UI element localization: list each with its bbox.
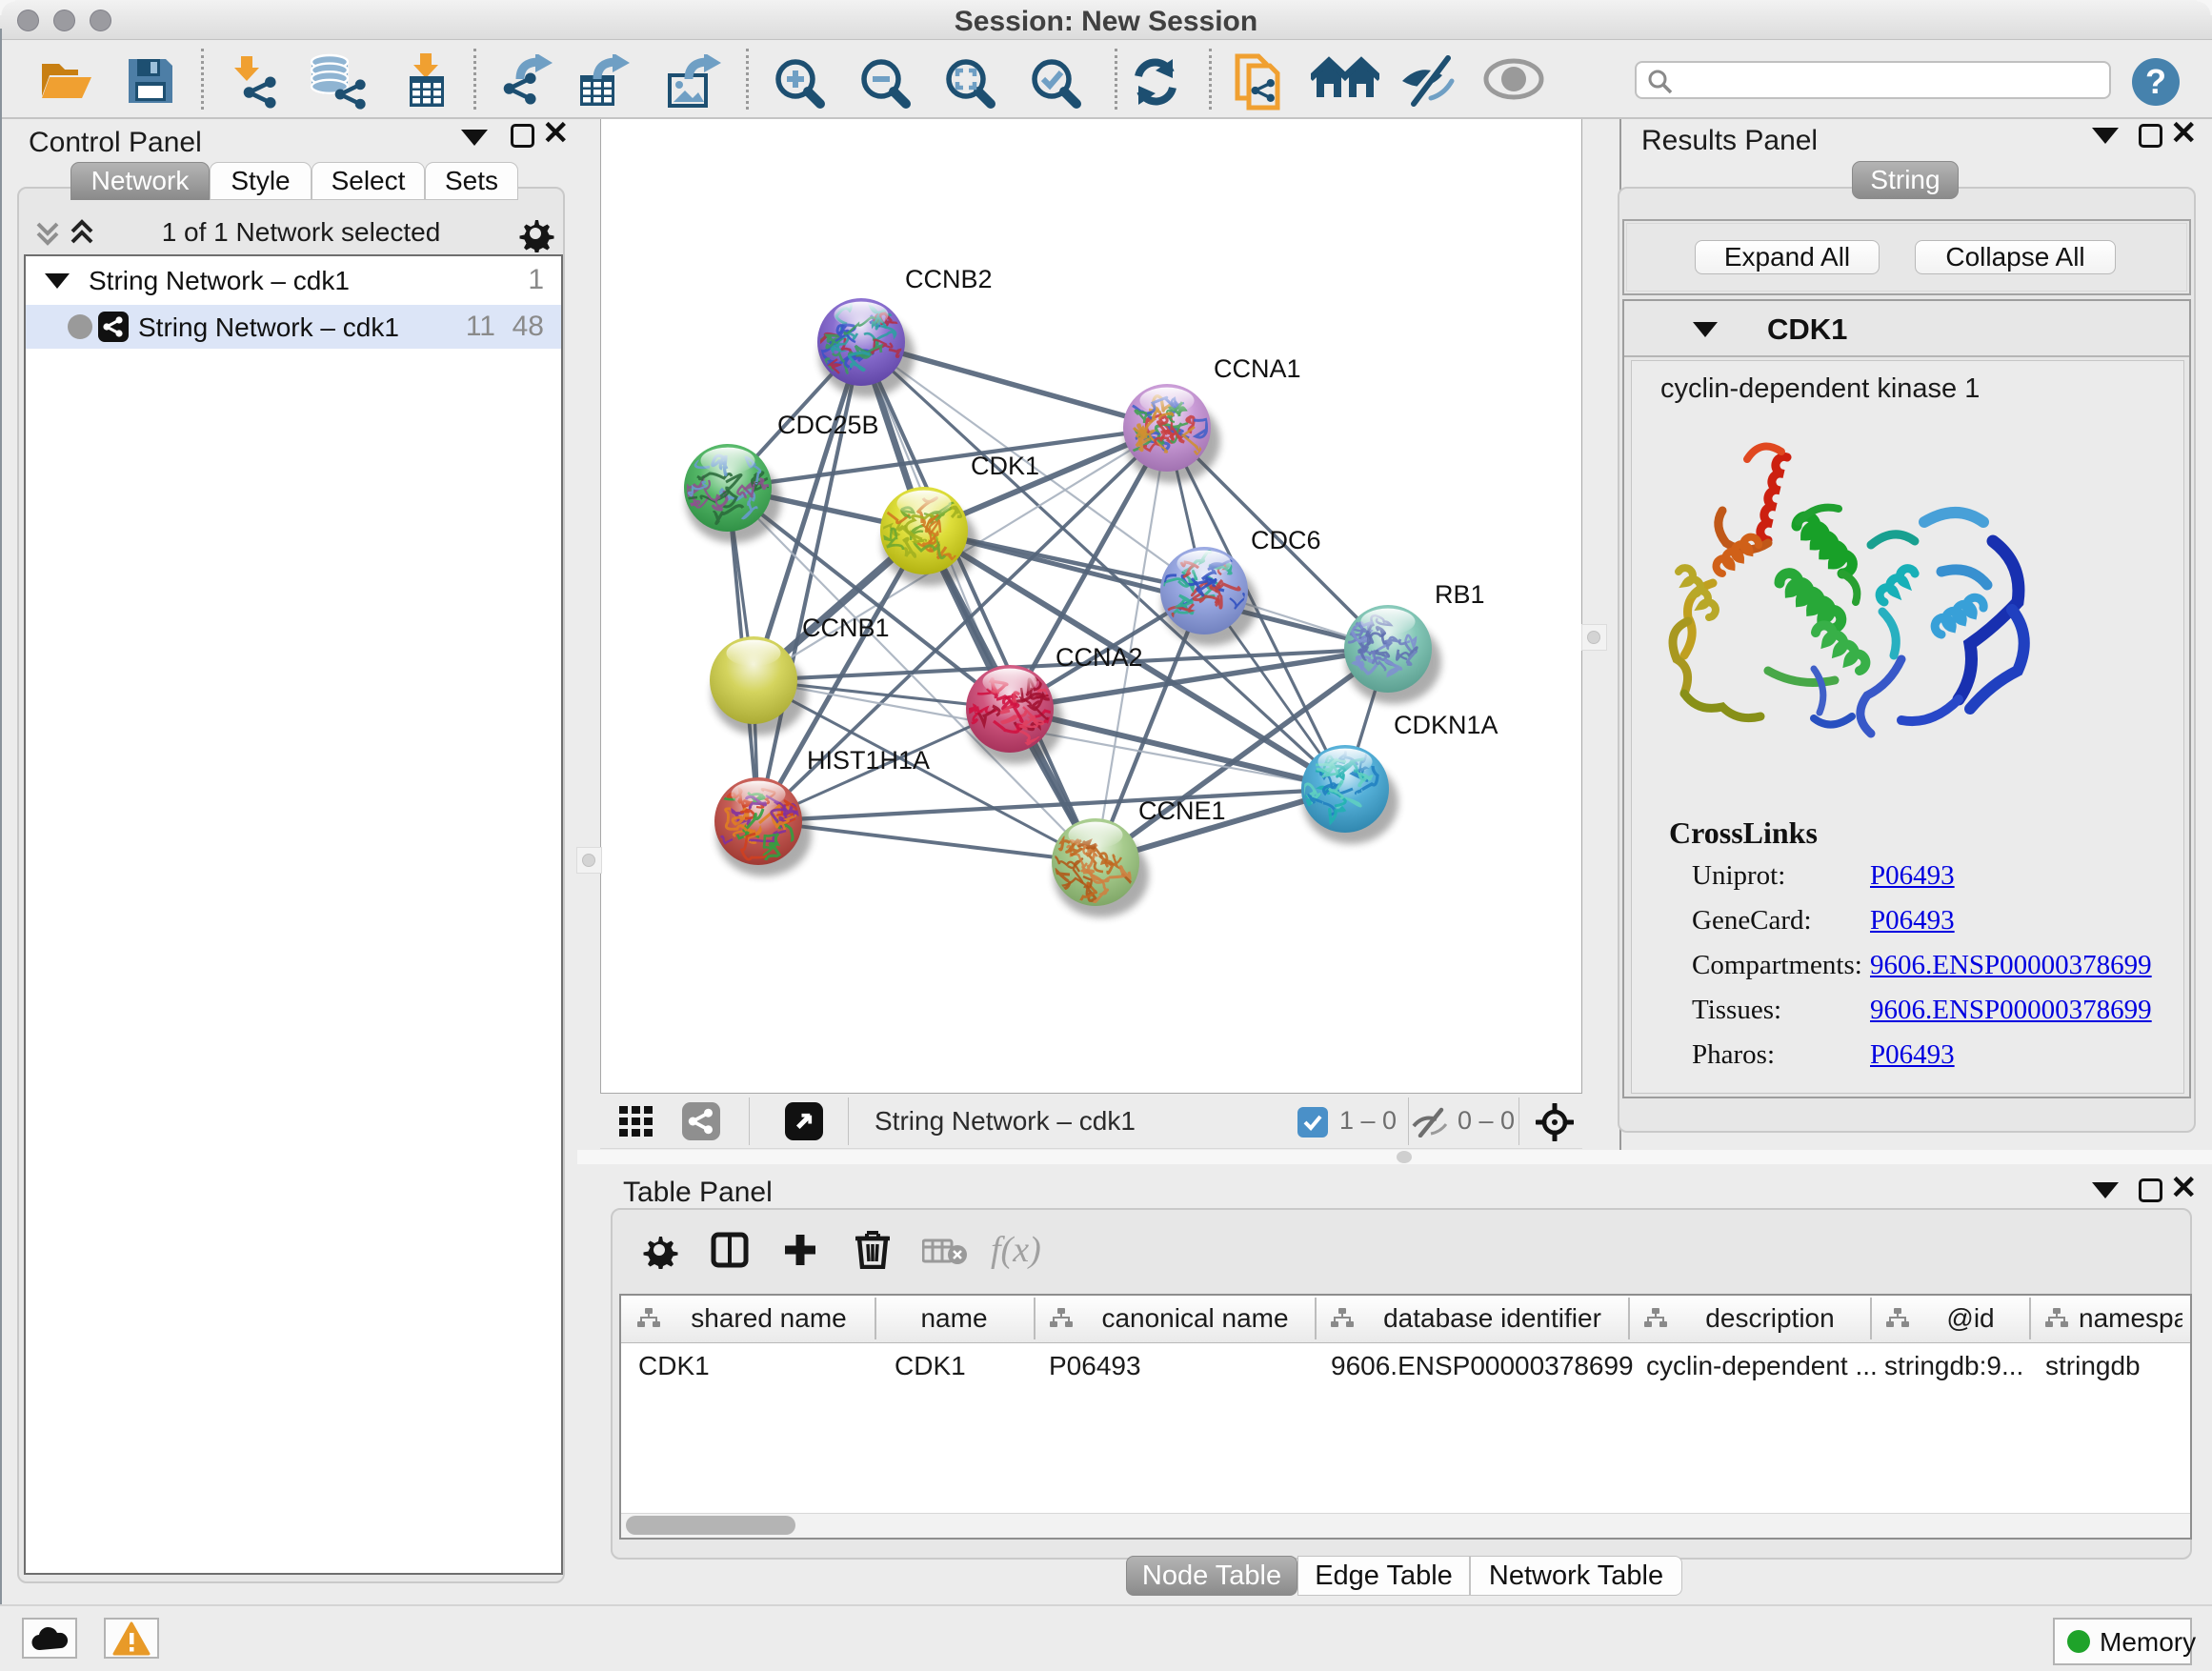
svg-text:CCNA1: CCNA1 (1214, 354, 1301, 383)
svg-text:CDK1: CDK1 (971, 452, 1039, 480)
svg-text:CDKN1A: CDKN1A (1394, 711, 1498, 739)
svg-text:CCNA2: CCNA2 (1056, 643, 1143, 672)
svg-text:HIST1H1A: HIST1H1A (807, 746, 930, 775)
svg-text:CCNB2: CCNB2 (905, 265, 993, 293)
svg-text:CCNB1: CCNB1 (802, 614, 890, 642)
svg-text:CDC25B: CDC25B (777, 411, 879, 439)
svg-text:CCNE1: CCNE1 (1138, 796, 1226, 825)
svg-text:RB1: RB1 (1435, 580, 1485, 609)
svg-text:CDC6: CDC6 (1251, 526, 1321, 554)
